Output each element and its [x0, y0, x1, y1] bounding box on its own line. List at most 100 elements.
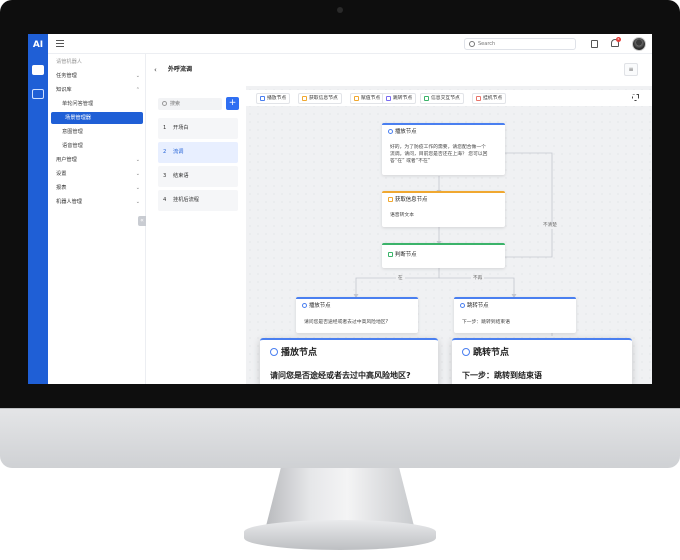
get-info-icon	[388, 197, 393, 202]
step-item[interactable]: 2 流调	[158, 142, 238, 163]
node-type-icon	[260, 96, 265, 101]
step-search-input[interactable]	[170, 99, 218, 109]
add-node-button[interactable]: 播放节点	[256, 93, 291, 104]
add-node-label: 挂机节点	[483, 96, 503, 101]
add-node-button[interactable]: 跳转节点	[382, 93, 417, 104]
node-title-text: 获取信息节点	[395, 197, 428, 203]
app-rail: AI	[28, 34, 48, 384]
add-node-label: 播放节点	[267, 96, 287, 101]
clipboard-icon[interactable]	[591, 40, 598, 48]
top-bar: 6	[48, 34, 652, 54]
sidebar-item[interactable]: 单轮问答管理	[48, 98, 146, 110]
sidebar-collapse-button[interactable]: «	[138, 216, 146, 226]
add-node-button[interactable]: 获取信息节点	[298, 93, 342, 104]
node-title: 播放节点	[388, 129, 417, 136]
step-label: 开场白	[173, 125, 189, 131]
node-title-text: 跳转节点	[467, 303, 489, 309]
node-body-line: 好的，为了防疫工作的需要，请您配合做一个	[390, 145, 486, 150]
global-search[interactable]	[464, 38, 576, 50]
sidebar-item-label: 场景管理器	[65, 115, 91, 121]
chevron-icon: ⌄	[135, 199, 140, 205]
sidebar-group[interactable]: 报表 ⌄	[48, 182, 146, 194]
flow-node-jump[interactable]: 跳转节点 下一步：跳转到结束语	[454, 297, 576, 333]
sidebar-item[interactable]: 意图管理	[48, 126, 146, 138]
callout-card-play: 播放节点 请问您是否途经或者去过中高风险地区?	[260, 338, 438, 384]
chevron-icon: ⌄	[135, 185, 140, 191]
flow-node-judge[interactable]: 判断节点	[382, 243, 505, 268]
node-type-icon	[354, 96, 359, 101]
hamburger-icon[interactable]	[56, 40, 64, 47]
app-logo[interactable]: AI	[30, 38, 46, 52]
sidebar-item[interactable]: 语音管理	[48, 140, 146, 152]
add-node-button[interactable]: 挂机节点	[472, 93, 507, 104]
play-icon	[270, 348, 278, 356]
flow-node-get-info[interactable]: 获取信息节点 语音转文本	[382, 191, 505, 227]
node-title: 播放节点	[302, 303, 331, 310]
flow-node-play-risk[interactable]: 播放节点 请问您是否途经或者去过中高风险地区?	[296, 297, 418, 333]
node-title: 跳转节点	[460, 303, 489, 310]
node-toolbar: 播放节点 获取信息节点 赋值节点 跳转节点 信息交互节点 挂机节点	[246, 90, 652, 106]
robot-nav-icon[interactable]	[32, 65, 44, 75]
message-nav-icon[interactable]	[32, 89, 44, 99]
search-icon	[162, 101, 167, 106]
step-number: 1	[163, 125, 167, 131]
page-title: 外呼流调	[168, 66, 193, 73]
callout-title-text: 播放节点	[281, 348, 318, 358]
step-label: 挂机后流程	[173, 197, 199, 203]
flow-node-play[interactable]: 播放节点 好的，为了防疫工作的需要，请您配合做一个 流调。请问，目前您是否还在上…	[382, 123, 505, 175]
callout-title-text: 跳转节点	[473, 348, 510, 358]
sidebar-item-label: 知识库	[56, 87, 72, 93]
step-search[interactable]	[158, 98, 222, 110]
sidebar: 机器人管理 ⌄ 报表 ⌄ 设置 ⌄ 用户管理 ⌄ 语音管理 意图管理 场景管理器 单轮问答管理 知识库 ⌃…	[48, 54, 146, 384]
chevron-icon: ⌄	[135, 157, 140, 163]
node-type-icon	[424, 96, 429, 101]
sidebar-item[interactable]: 场景管理器	[51, 112, 143, 124]
sidebar-item-label: 报表	[56, 185, 67, 191]
sidebar-group[interactable]: 用户管理 ⌄	[48, 154, 146, 166]
edge-label-loop: 不清楚	[541, 223, 559, 229]
step-item[interactable]: 3 结束语	[158, 166, 238, 187]
callout-body: 下一步：跳转到结束语	[462, 371, 542, 380]
callout-title: 播放节点	[270, 348, 317, 359]
play-icon	[302, 303, 307, 308]
search-icon	[469, 41, 475, 47]
sidebar-item-label: 意图管理	[62, 129, 83, 135]
sidebar-group[interactable]: 机器人管理 ⌄	[48, 196, 146, 208]
add-node-button[interactable]: 赋值节点	[350, 93, 385, 104]
node-title-text: 播放节点	[309, 303, 331, 309]
edge-label-yes: 在	[396, 276, 405, 282]
node-body-line: 答“在” 或者“不在”	[390, 159, 431, 164]
node-type-icon	[386, 96, 391, 101]
node-type-icon	[476, 96, 481, 101]
node-body: 语音转文本	[390, 213, 414, 218]
node-title-text: 判断节点	[395, 252, 417, 258]
sidebar-group[interactable]: 任务管理 ⌄	[48, 70, 146, 82]
step-label: 结束语	[173, 173, 189, 179]
jump-icon	[462, 348, 470, 356]
add-step-button[interactable]: +	[226, 97, 239, 110]
step-item[interactable]: 1 开场白	[158, 118, 238, 139]
step-list: + 1 开场白 2 流调 3 结束语 4 挂机后流程	[158, 94, 242, 384]
chevron-icon: ⌃	[135, 87, 140, 93]
add-node-label: 获取信息节点	[309, 96, 338, 101]
global-search-input[interactable]	[478, 39, 570, 49]
add-node-button[interactable]: 信息交互节点	[420, 93, 464, 104]
monitor: AI 6 机器人管理 ⌄ 报表 ⌄ 设置 ⌄ 用户管理 ⌄ 语音管理 意图管理 场景管理器 单轮问答管…	[0, 0, 680, 560]
node-title: 判断节点	[388, 252, 417, 259]
node-body: 下一步：跳转到结束语	[462, 320, 510, 325]
callout-card-jump: 跳转节点 下一步：跳转到结束语	[452, 338, 632, 384]
main-panel: ‹ 外呼流调 ≡ + 1开场白2流调3结束语4挂机后流程 播放节点获取信息节点赋…	[146, 54, 652, 384]
sidebar-group[interactable]: 知识库 ⌃	[48, 84, 146, 96]
sidebar-item-label: 请管机器人	[56, 59, 82, 65]
avatar[interactable]	[632, 37, 646, 51]
sidebar-item-label: 用户管理	[56, 157, 77, 163]
node-body-line: 流调。请问，目前您是否还在上海？ 您可以回	[390, 152, 488, 157]
menu-button[interactable]: ≡	[624, 63, 638, 76]
edge-label-no: 不再	[471, 276, 485, 282]
step-item[interactable]: 4 挂机后流程	[158, 190, 238, 211]
camera-dot	[337, 7, 343, 13]
node-title: 获取信息节点	[388, 197, 427, 204]
back-button[interactable]: ‹	[154, 66, 157, 74]
screen: AI 6 机器人管理 ⌄ 报表 ⌄ 设置 ⌄ 用户管理 ⌄ 语音管理 意图管理 场景管理器 单轮问答管…	[28, 34, 652, 384]
sidebar-group[interactable]: 设置 ⌄	[48, 168, 146, 180]
